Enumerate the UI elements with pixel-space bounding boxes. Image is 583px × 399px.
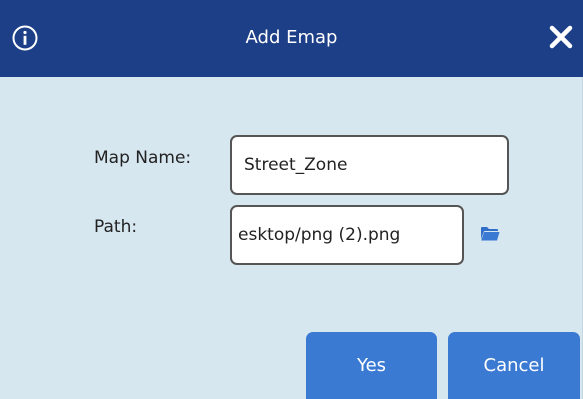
path-input[interactable]: esktop/png (2).png — [230, 205, 464, 265]
close-icon[interactable] — [545, 21, 577, 53]
add-emap-dialog: Add Emap Map Name: Path: esktop/png (2).… — [0, 0, 583, 399]
path-input-value: esktop/png (2).png — [238, 225, 401, 245]
path-label: Path: — [94, 217, 138, 237]
dialog-titlebar: Add Emap — [0, 0, 583, 77]
folder-open-icon[interactable] — [480, 226, 500, 242]
cancel-button[interactable]: Cancel — [448, 332, 580, 399]
map-name-input[interactable] — [230, 135, 509, 195]
yes-button[interactable]: Yes — [306, 332, 437, 399]
dialog-title: Add Emap — [245, 27, 338, 48]
map-name-label: Map Name: — [94, 148, 192, 168]
